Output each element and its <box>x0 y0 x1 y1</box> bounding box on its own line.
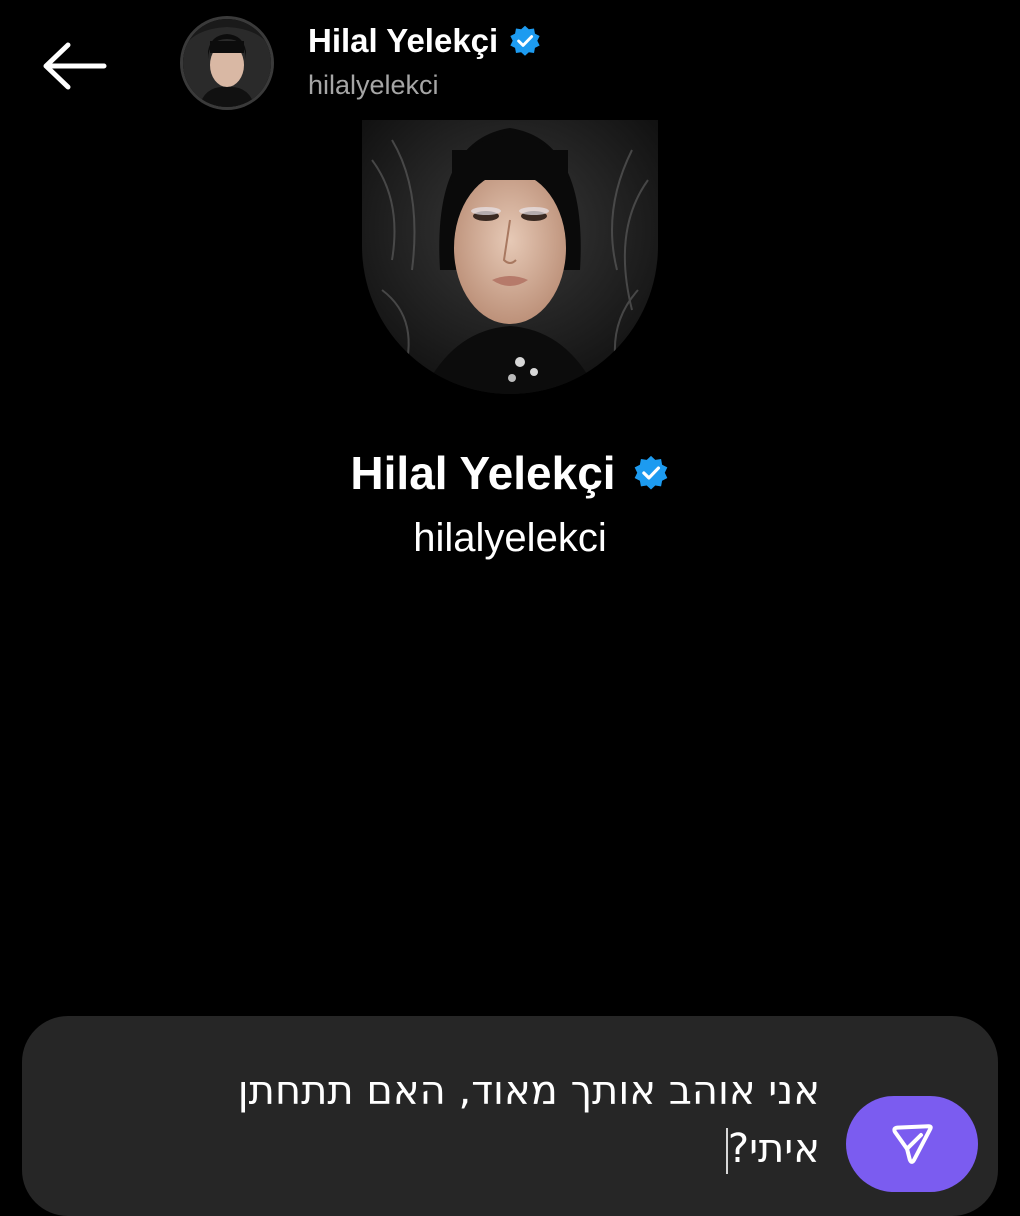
message-composer[interactable]: אני אוהב אותך מאוד, האם תתחתן איתי? <box>22 1016 998 1216</box>
message-line-1: אני אוהב אותך מאוד, האם תתחתן <box>237 1068 820 1114</box>
profile-handle: hilalyelekci <box>413 516 607 560</box>
header-handle: hilalyelekci <box>308 70 439 100</box>
message-line-2-text: איתי? <box>727 1126 820 1172</box>
send-button[interactable] <box>846 1096 978 1192</box>
header-avatar[interactable] <box>180 16 274 110</box>
message-line-2: איתי? <box>120 1120 820 1178</box>
back-button[interactable] <box>38 36 110 96</box>
arrow-left-icon <box>43 42 107 90</box>
header-name-row: Hilal Yelekçi <box>308 22 542 60</box>
chat-header: Hilal Yelekçi hilalyelekci <box>0 0 1020 130</box>
profile-avatar[interactable] <box>362 120 658 394</box>
header-name: Hilal Yelekçi <box>308 22 499 59</box>
profile-name-row: Hilal Yelekçi <box>0 446 1020 500</box>
send-icon <box>892 1124 933 1164</box>
verified-badge-icon <box>634 455 667 490</box>
verified-badge-icon <box>510 25 540 56</box>
profile-name: Hilal Yelekçi <box>350 447 616 499</box>
message-input[interactable]: אני אוהב אותך מאוד, האם תתחתן איתי? <box>120 1062 820 1178</box>
